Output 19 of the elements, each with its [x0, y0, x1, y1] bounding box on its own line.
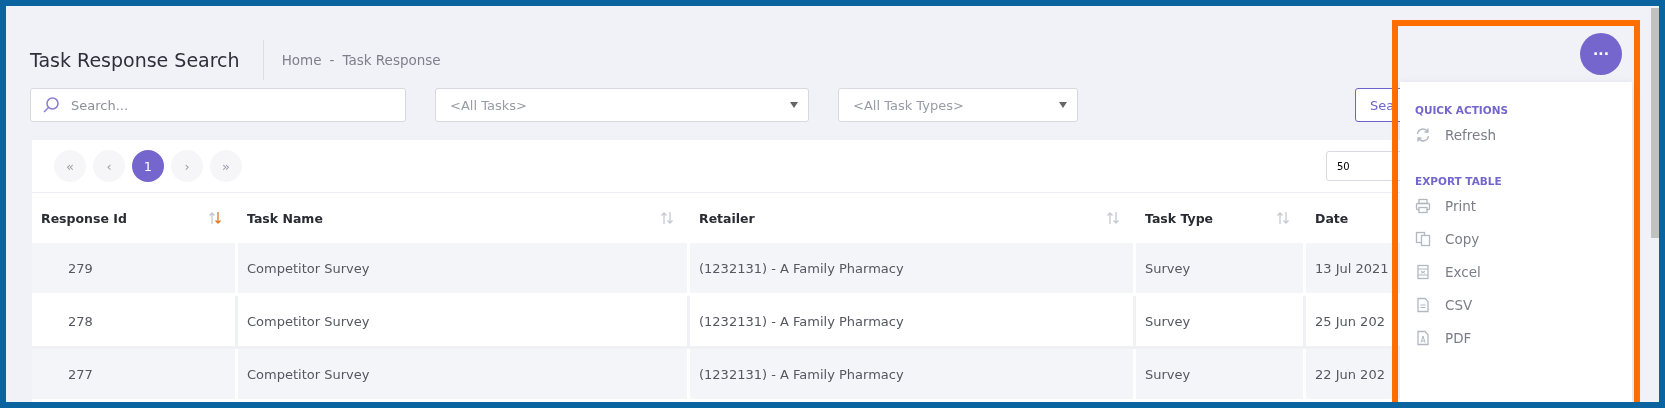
- table-cell: 25 Jun 202: [1315, 313, 1385, 329]
- table-cell: Survey: [1145, 260, 1191, 276]
- table-cell: 277: [68, 366, 93, 382]
- table-cell: Competitor Survey: [247, 260, 370, 276]
- menu-section-title: QUICK ACTIONS: [1415, 103, 1510, 118]
- table-cell: 278: [68, 313, 93, 329]
- table-cell: Survey: [1145, 313, 1191, 329]
- table-cell: 22 Jun 202: [1315, 366, 1385, 382]
- table-cell: 279: [68, 260, 93, 276]
- table-cell: 13 Jul 2021: [1315, 260, 1389, 276]
- table-cell: (1232131) - A Family Pharmacy: [699, 260, 904, 276]
- menu-section-title: EXPORT TABLE: [1415, 174, 1503, 189]
- table-cell: (1232131) - A Family Pharmacy: [699, 366, 904, 382]
- page-title: Task Response Search: [30, 40, 264, 80]
- table-cell: Competitor Survey: [247, 313, 370, 329]
- table-cell: (1232131) - A Family Pharmacy: [699, 313, 904, 329]
- table-cell: Competitor Survey: [247, 366, 370, 382]
- table-cell: Survey: [1145, 366, 1191, 382]
- breadcrumb-separator: -: [329, 52, 335, 68]
